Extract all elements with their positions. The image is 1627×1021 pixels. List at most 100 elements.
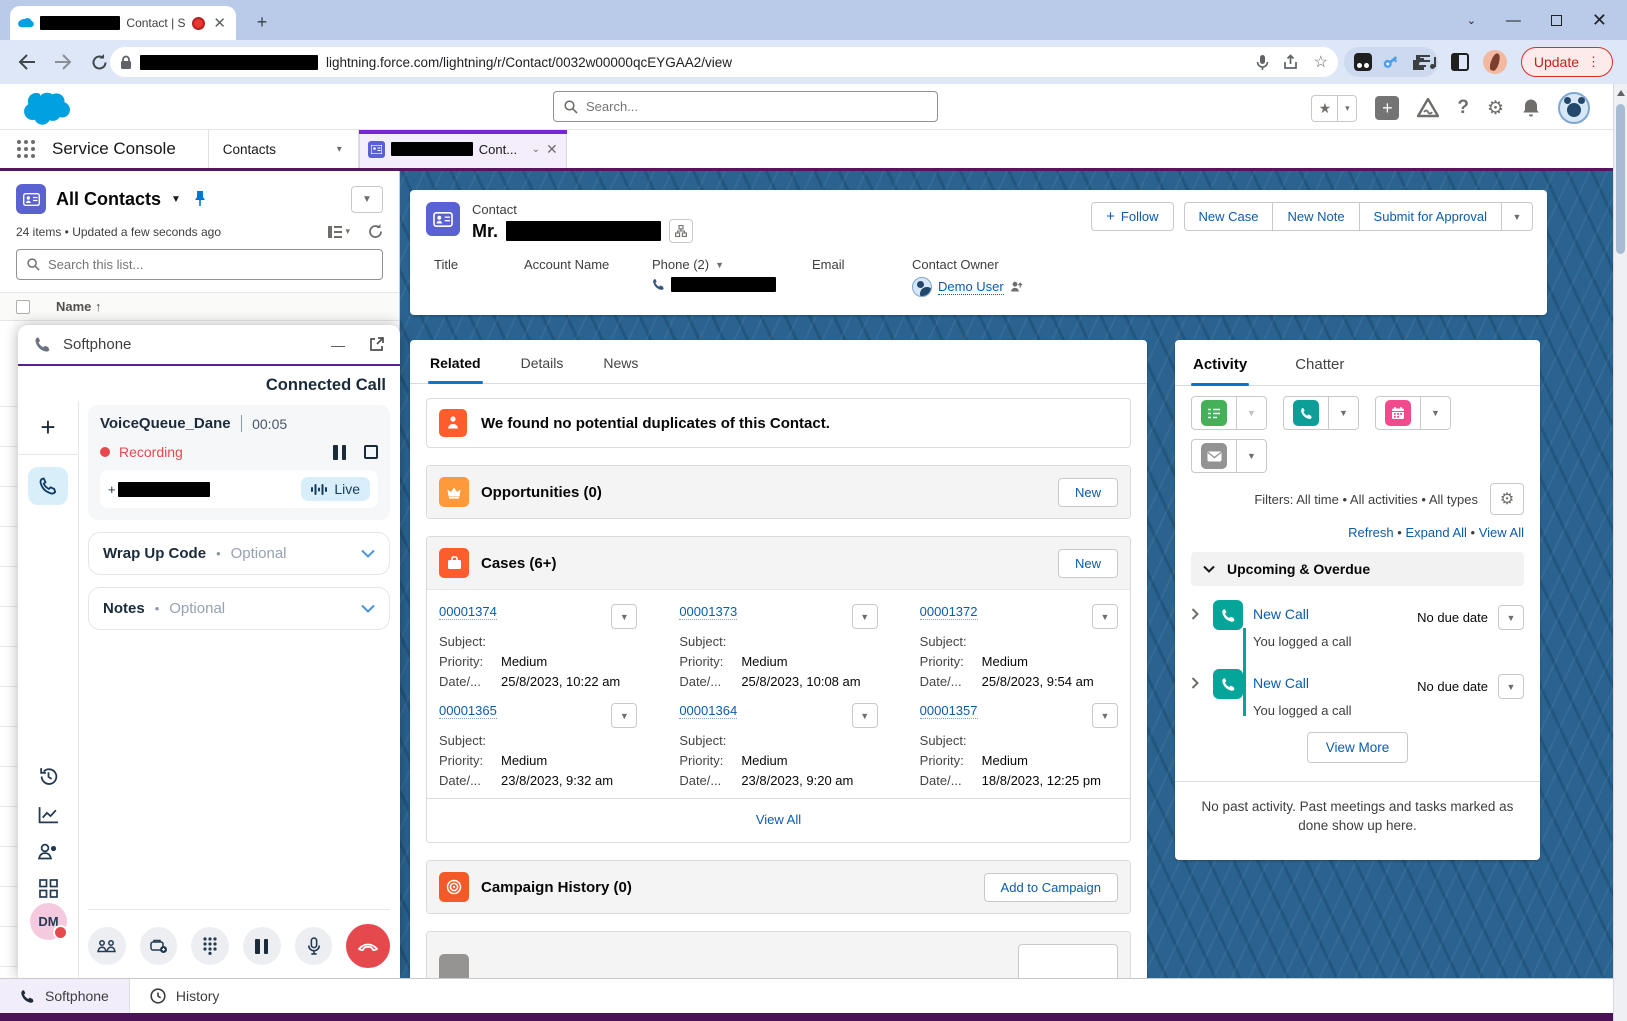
notes-section[interactable]: Notes • Optional <box>88 587 390 630</box>
chevron-down-icon[interactable] <box>361 604 375 613</box>
case-number-link[interactable]: 00001365 <box>439 703 497 719</box>
transfer-device-icon[interactable] <box>140 927 178 965</box>
scrollbar-thumb[interactable] <box>1616 104 1625 254</box>
reading-list-icon[interactable] <box>1417 54 1437 70</box>
chevron-right-icon[interactable] <box>1191 600 1213 620</box>
case-actions-dropdown[interactable]: ▼ <box>1092 604 1118 629</box>
new-call-link[interactable]: New Call <box>1253 675 1309 691</box>
list-actions-dropdown[interactable]: ▼ <box>351 186 383 213</box>
minimize-icon[interactable]: — <box>331 337 345 353</box>
email-dropdown-icon[interactable]: ▼ <box>1237 439 1267 473</box>
email-button[interactable]: ▼ <box>1191 439 1267 473</box>
new-case-button[interactable]: New Case <box>1184 202 1273 231</box>
chevron-right-icon[interactable] <box>1191 669 1213 689</box>
list-view-dropdown-icon[interactable]: ▼ <box>171 194 181 205</box>
chevron-down-icon[interactable] <box>361 549 375 558</box>
tab-chatter[interactable]: Chatter <box>1293 344 1346 385</box>
list-search-box[interactable] <box>16 249 383 280</box>
case-actions-dropdown[interactable]: ▼ <box>611 604 637 629</box>
scrollbar-up-icon[interactable] <box>1617 90 1625 96</box>
app-launcher-icon[interactable] <box>0 130 52 168</box>
event-dropdown-icon[interactable]: ▼ <box>1421 396 1451 430</box>
change-owner-icon[interactable] <box>1010 281 1023 293</box>
phone-dropdown-icon[interactable]: ▼ <box>715 260 724 270</box>
side-panel-icon[interactable] <box>1451 53 1469 71</box>
new-call-tab-icon[interactable]: + <box>18 401 78 455</box>
apps-grid-icon[interactable] <box>39 879 58 898</box>
task-dropdown-icon[interactable]: ▼ <box>1237 396 1267 430</box>
bookmark-star-icon[interactable]: ☆ <box>1314 52 1328 72</box>
nav-tab-contacts[interactable]: Contacts <box>209 130 321 168</box>
case-number-link[interactable]: 00001357 <box>920 703 978 719</box>
mic-icon[interactable] <box>1256 54 1269 71</box>
tab-details[interactable]: Details <box>519 343 566 383</box>
pin-icon[interactable] <box>193 190 207 208</box>
utility-history-tab[interactable]: History <box>130 979 240 1013</box>
new-note-button[interactable]: New Note <box>1272 202 1358 231</box>
submit-for-approval-button[interactable]: Submit for Approval <box>1359 202 1501 231</box>
favorites-dropdown-icon[interactable]: ▾ <box>1338 96 1356 121</box>
new-event-button[interactable]: ▼ <box>1375 396 1451 430</box>
case-actions-dropdown[interactable]: ▼ <box>1092 703 1118 728</box>
case-actions-dropdown[interactable]: ▼ <box>852 703 878 728</box>
tab-related[interactable]: Related <box>428 343 483 383</box>
address-bar[interactable]: lightning.force.com/lightning/r/Contact/… <box>110 47 1338 77</box>
partial-section-button[interactable] <box>1018 944 1118 978</box>
window-menu-icon[interactable]: ⌄ <box>1467 14 1476 27</box>
new-case-related-button[interactable]: New <box>1058 549 1118 578</box>
workspace-tab-dropdown-icon[interactable]: ⌄ <box>532 144 540 155</box>
case-actions-dropdown[interactable]: ▼ <box>611 703 637 728</box>
cases-view-all-link[interactable]: View All <box>756 812 801 827</box>
case-number-link[interactable]: 00001374 <box>439 604 497 620</box>
new-call-link[interactable]: New Call <box>1253 606 1309 622</box>
owner-link[interactable]: Demo User <box>938 279 1004 295</box>
activity-view-all-link[interactable]: View All <box>1479 525 1524 540</box>
popout-icon[interactable] <box>369 337 384 352</box>
case-number-link[interactable]: 00001364 <box>679 703 737 719</box>
select-all-checkbox[interactable] <box>16 300 30 314</box>
follow-button[interactable]: +Follow <box>1091 202 1173 231</box>
user-avatar[interactable] <box>1558 92 1590 124</box>
wrapup-code-section[interactable]: Wrap Up Code • Optional <box>88 532 390 575</box>
browser-menu-icon[interactable]: ⋮ <box>1587 54 1600 70</box>
setup-gear-icon[interactable]: ⚙ <box>1487 97 1504 120</box>
browser-profile-avatar[interactable] <box>1483 50 1507 74</box>
browser-tab[interactable]: Contact | Sal ✕ <box>10 6 236 40</box>
help-icon[interactable]: ? <box>1457 97 1469 119</box>
stop-recording-icon[interactable] <box>364 445 378 459</box>
global-search[interactable] <box>553 91 938 122</box>
utility-softphone-tab[interactable]: Softphone <box>0 979 130 1013</box>
active-call-tab-icon[interactable] <box>28 467 68 505</box>
extension-icon[interactable] <box>1354 53 1372 71</box>
back-button[interactable] <box>12 47 42 77</box>
opportunities-title-link[interactable]: Opportunities (0) <box>481 484 602 501</box>
browser-update-button[interactable]: Update ⋮ <box>1521 47 1613 77</box>
end-call-button[interactable] <box>346 924 390 968</box>
workspace-tab-close-icon[interactable]: ✕ <box>546 141 558 158</box>
nav-tab-contacts-dropdown-icon[interactable]: ▾ <box>321 130 359 168</box>
expand-all-link[interactable]: Expand All <box>1405 525 1466 540</box>
more-actions-dropdown[interactable]: ▼ <box>1501 202 1533 231</box>
log-call-button[interactable]: ▼ <box>1283 396 1359 430</box>
activity-filter-gear-icon[interactable]: ⚙ <box>1490 483 1524 515</box>
campaign-title-link[interactable]: Campaign History (0) <box>481 879 632 896</box>
agent-avatar[interactable]: DM <box>30 903 67 940</box>
dialpad-icon[interactable] <box>191 927 229 965</box>
tab-close-icon[interactable]: ✕ <box>211 14 228 32</box>
new-opportunity-button[interactable]: New <box>1058 478 1118 507</box>
page-scrollbar[interactable] <box>1613 84 1627 1021</box>
favorite-star-icon[interactable]: ★ <box>1312 96 1338 121</box>
window-minimize-icon[interactable]: — <box>1506 12 1521 29</box>
share-icon[interactable] <box>1283 54 1300 70</box>
tab-news[interactable]: News <box>601 343 640 383</box>
add-to-campaign-button[interactable]: Add to Campaign <box>984 873 1118 902</box>
call-dropdown-icon[interactable]: ▼ <box>1329 396 1359 430</box>
password-key-icon[interactable] <box>1380 52 1400 72</box>
call-history-icon[interactable] <box>38 766 59 787</box>
workspace-tab-contact[interactable]: Cont... ⌄ ✕ <box>359 130 567 168</box>
trailhead-icon[interactable] <box>1417 98 1439 118</box>
conference-icon[interactable] <box>88 927 126 965</box>
view-hierarchy-button[interactable] <box>669 219 693 243</box>
window-maximize-icon[interactable] <box>1551 15 1562 26</box>
new-task-button[interactable]: ▼ <box>1191 396 1267 430</box>
